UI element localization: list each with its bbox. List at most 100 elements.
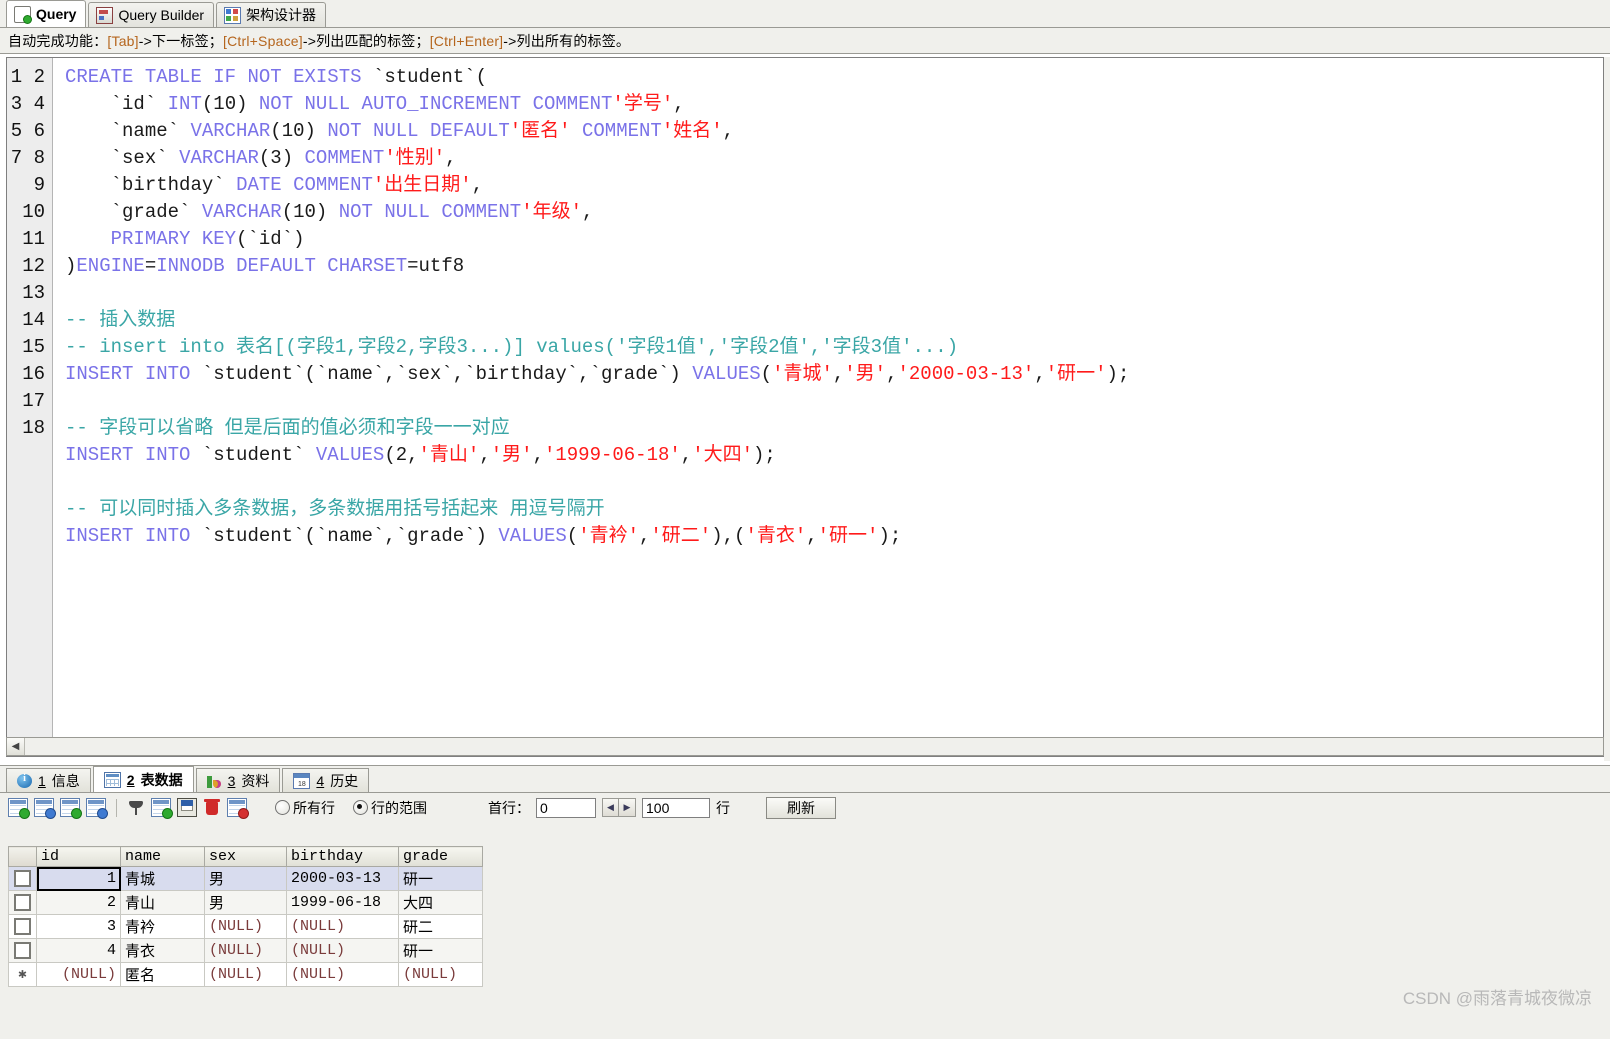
radio-row-range[interactable]: 行的范围 <box>353 798 427 818</box>
cell-grade[interactable]: 研一 <box>398 866 483 891</box>
new-row[interactable]: ✱ (NULL) 匿名 (NULL) (NULL) (NULL) <box>8 962 483 987</box>
sql-editor[interactable]: 1 2 3 4 5 6 7 8 9 10 11 12 13 14 15 16 1… <box>6 57 1604 757</box>
radio-all-rows[interactable]: 所有行 <box>275 798 335 818</box>
column-header-name[interactable]: name <box>120 846 205 867</box>
calendar-icon <box>293 772 311 789</box>
editor-horizontal-scrollbar[interactable]: ◀ <box>6 737 1604 756</box>
table-row[interactable]: 4 青衣 (NULL) (NULL) 研一 <box>8 938 483 963</box>
duplicate-row-icon[interactable] <box>34 798 56 819</box>
delete-icon[interactable] <box>203 799 221 816</box>
spinner-next-icon[interactable]: ▶ <box>619 798 636 817</box>
cell-name[interactable]: 青山 <box>120 890 205 915</box>
cell-birthday[interactable]: (NULL) <box>286 914 399 939</box>
cancel-icon[interactable] <box>227 798 249 819</box>
cell-sex[interactable]: 男 <box>204 866 287 891</box>
row-checkbox-cell[interactable] <box>8 890 37 915</box>
result-tab-table-data[interactable]: 2 表数据 <box>92 766 194 792</box>
cell-birthday[interactable]: 2000-03-13 <box>286 866 399 891</box>
row-spinner[interactable]: ◀ ▶ <box>602 798 636 817</box>
tab-query-builder-label: Query Builder <box>118 7 205 23</box>
data-grid[interactable]: id name sex birthday grade 1 青城 男 2000-0… <box>8 846 483 987</box>
radio-row-range-label: 行的范围 <box>371 799 427 816</box>
result-tab-history[interactable]: 4 历史 <box>282 768 370 792</box>
tab-schema-designer-label: 架构设计器 <box>246 7 317 23</box>
hint-text-2: ->列出匹配的标签； <box>302 32 430 49</box>
refresh-button[interactable]: 刷新 <box>766 796 836 819</box>
grid-toolbar: 所有行 行的范围 首行： 0 ◀ ▶ 100 行 刷新 <box>0 792 1610 822</box>
export-grid-icon[interactable] <box>60 798 82 819</box>
first-row-input[interactable]: 0 <box>536 797 596 818</box>
tab-schema-designer[interactable]: 架构设计器 <box>216 2 327 27</box>
tab-query-label: Query <box>36 6 77 22</box>
radio-all-rows-label: 所有行 <box>293 799 335 816</box>
cell-id[interactable]: 2 <box>36 890 121 915</box>
column-header-grade[interactable]: grade <box>398 846 483 867</box>
cell-name[interactable]: 青衿 <box>120 914 205 939</box>
cell-sex[interactable]: 男 <box>204 890 287 915</box>
result-tab-info[interactable]: 1 信息 <box>6 768 91 792</box>
cell-id[interactable]: 1 <box>36 866 121 891</box>
cell-birthday[interactable]: (NULL) <box>286 962 399 987</box>
tab-query[interactable]: Query <box>6 0 87 27</box>
cell-birthday[interactable]: (NULL) <box>286 938 399 963</box>
cell-sex[interactable]: (NULL) <box>204 938 287 963</box>
tab-query-builder[interactable]: Query Builder <box>88 2 215 27</box>
cell-name[interactable]: 匿名 <box>120 962 205 987</box>
hint-key-ctrl-space: [Ctrl+Space] <box>223 32 303 49</box>
row-checkbox-cell[interactable] <box>8 866 37 891</box>
sql-code-area[interactable]: CREATE TABLE IF NOT EXISTS `student`( `i… <box>53 58 1603 756</box>
top-tab-strip: Query Query Builder 架构设计器 <box>0 0 1610 28</box>
row-checkbox[interactable] <box>14 869 31 887</box>
result-tab-history-num: 4 <box>316 772 325 789</box>
refresh-grid-icon[interactable] <box>86 798 108 819</box>
spinner-prev-icon[interactable]: ◀ <box>602 798 619 817</box>
cell-sex[interactable]: (NULL) <box>204 914 287 939</box>
cell-grade[interactable]: 研一 <box>398 938 483 963</box>
cell-id[interactable]: 3 <box>36 914 121 939</box>
column-header-birthday[interactable]: birthday <box>286 846 399 867</box>
cell-grade[interactable]: 大四 <box>398 890 483 915</box>
hint-key-tab: [Tab] <box>107 32 139 49</box>
radio-all-rows-dot <box>275 800 290 815</box>
table-row[interactable]: 1 青城 男 2000-03-13 研一 <box>8 866 483 891</box>
row-checkbox[interactable] <box>14 941 31 959</box>
grid-view-icon[interactable] <box>151 798 173 819</box>
hint-key-ctrl-enter: [Ctrl+Enter] <box>429 32 504 49</box>
insert-row-icon[interactable] <box>8 798 30 819</box>
row-count-input[interactable]: 100 <box>642 797 710 818</box>
cell-sex[interactable]: (NULL) <box>204 962 287 987</box>
column-header-id[interactable]: id <box>36 846 121 867</box>
row-checkbox-cell[interactable] <box>8 914 37 939</box>
table-row[interactable]: 3 青衿 (NULL) (NULL) 研二 <box>8 914 483 939</box>
cell-grade[interactable]: 研二 <box>398 914 483 939</box>
data-grid-header-row: id name sex birthday grade <box>8 846 483 867</box>
hint-prefix: 自动完成功能： <box>8 32 108 49</box>
cell-name[interactable]: 青衣 <box>120 938 205 963</box>
data-grid-container[interactable]: id name sex birthday grade 1 青城 男 2000-0… <box>8 846 1610 1039</box>
cell-name[interactable]: 青城 <box>120 866 205 891</box>
table-data-icon <box>103 771 121 788</box>
radio-row-range-dot <box>353 800 368 815</box>
result-tab-info-label: 信息 <box>51 772 80 789</box>
cell-birthday[interactable]: 1999-06-18 <box>286 890 399 915</box>
result-tab-table-data-num: 2 <box>126 771 135 788</box>
row-checkbox[interactable] <box>14 893 31 911</box>
cell-id[interactable]: (NULL) <box>36 962 121 987</box>
save-icon[interactable] <box>177 798 197 817</box>
table-row[interactable]: 2 青山 男 1999-06-18 大四 <box>8 890 483 915</box>
first-row-label: 首行： <box>488 799 530 816</box>
cell-id[interactable]: 4 <box>36 938 121 963</box>
query-builder-icon <box>96 6 114 24</box>
hint-text-1: ->下一标签； <box>138 32 224 49</box>
cell-grade[interactable]: (NULL) <box>398 962 483 987</box>
scroll-left-icon[interactable]: ◀ <box>7 738 25 755</box>
column-header-sex[interactable]: sex <box>204 846 287 867</box>
filter-icon[interactable] <box>127 799 145 816</box>
row-range-fields: 首行： 0 ◀ ▶ 100 行 刷新 <box>488 796 836 819</box>
result-tab-profile-label: 资料 <box>241 772 270 789</box>
autocomplete-hint-bar: 自动完成功能： [Tab] ->下一标签； [Ctrl+Space] ->列出匹配的标签… <box>0 28 1610 54</box>
row-checkbox-cell[interactable] <box>8 938 37 963</box>
result-tab-profile[interactable]: 3 资料 <box>195 768 281 792</box>
row-checkbox[interactable] <box>14 917 31 935</box>
result-tab-profile-num: 3 <box>227 772 236 789</box>
